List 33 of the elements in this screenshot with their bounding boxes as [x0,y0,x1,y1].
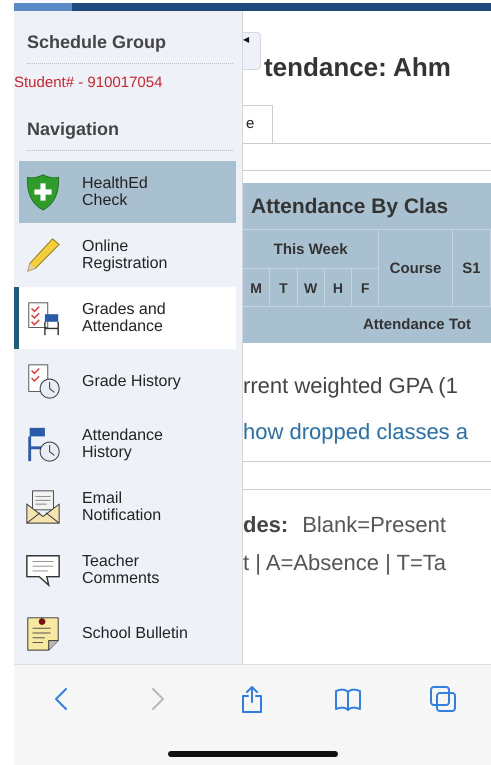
nav-item[interactable]: Email Notification [19,476,236,538]
codes-text: t | A=Absence | T=Ta [243,550,448,576]
table-footer: Attendance Tot [243,306,491,343]
column-header: H [324,269,352,306]
student-number: Student# - 910017054 [14,74,164,91]
nav-item[interactable]: Teacher Comments [19,539,236,601]
tab[interactable]: e [243,105,273,143]
column-header: Course [379,230,453,306]
column-header: S1 [452,230,491,306]
page-title: tendance: Ahm [264,52,452,83]
codes-label: des: [243,512,288,537]
collapse-sidebar-button[interactable]: ◀ [243,32,261,70]
shield-plus-icon [24,173,62,211]
column-header: W [298,269,325,306]
dropped-classes-link[interactable]: how dropped classes a [243,419,491,445]
codes-text: Blank=Present [302,512,446,537]
nav-item[interactable]: Online Registration [19,224,236,286]
gpa-text: rrent weighted GPA (1 [243,373,459,399]
nav-item[interactable]: Grade History [19,350,236,412]
column-header: M [243,269,270,306]
pencil-icon [24,236,62,274]
column-header: F [360,278,370,298]
nav-item[interactable]: School Bulletin [19,602,236,664]
table-title: Attendance By Clas [250,194,450,220]
section-title: Navigation [27,119,120,140]
column-header: T [270,269,298,306]
tabs-icon [428,684,458,714]
nav-item[interactable]: Attendance History [19,413,236,475]
section-title: Schedule Group [27,32,168,53]
nav-item[interactable]: HealthEd Check [19,161,236,223]
nav-item[interactable]: Grades and Attendance [14,287,236,349]
envelope-letter-icon [24,488,62,526]
column-header: This Week [243,230,378,269]
